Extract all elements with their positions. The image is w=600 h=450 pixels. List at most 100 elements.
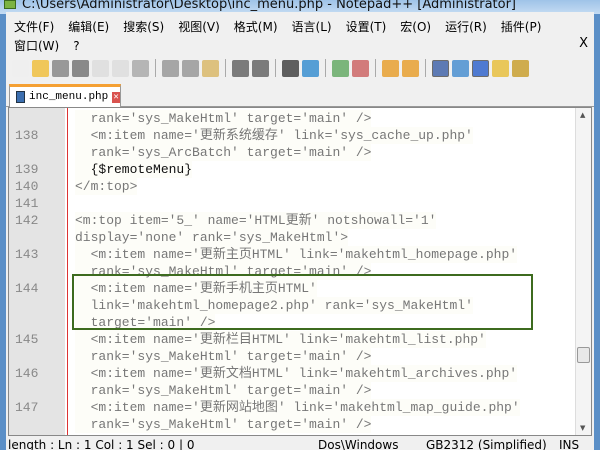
window-title: C:\Users\Administrator\Desktop\inc_menu.… [22, 0, 517, 12]
save-status-icon [16, 91, 26, 103]
line-number: 146 [15, 366, 39, 381]
code-line: 145 <m:item name='更新栏目HTML' link='makeht… [9, 331, 574, 348]
code-text: rank='sys_ArcBatch' target='main' /> [75, 144, 372, 161]
toolbar-separator [225, 59, 226, 77]
scroll-up-icon[interactable]: ▲ [580, 111, 585, 119]
tab-inc-menu[interactable]: inc_menu.php ✕ [9, 84, 121, 107]
code-text: rank='sys_MakeHtml' target='main' /> [75, 382, 372, 399]
menu-item[interactable]: 格式(M) [234, 18, 278, 35]
menu-item[interactable]: 编辑(E) [68, 18, 109, 35]
line-number: 141 [15, 196, 39, 211]
code-line: 138 <m:item name='更新系统缓存' link='sys_cach… [9, 127, 574, 144]
menu-item[interactable]: 设置(T) [346, 18, 387, 35]
menu-item[interactable]: 宏(O) [400, 18, 431, 35]
toolbar-separator [155, 59, 156, 77]
code-text: {$remoteMenu} [75, 161, 193, 178]
close-icon[interactable] [92, 59, 109, 77]
code-text: <m:item name='更新主页HTML' link='makehtml_h… [75, 246, 518, 263]
code-text: display='none' rank='sys_MakeHtml'> [75, 229, 349, 246]
menu-bar: 文件(F) 编辑(E) 搜索(S) 视图(V) 格式(M) 语言(L) 设置(T) 宏(O) 运… [6, 17, 594, 36]
scrollbar-thumb[interactable] [577, 347, 590, 363]
line-number: 147 [15, 400, 39, 415]
udl-icon[interactable] [492, 59, 509, 77]
code-line: 146 <m:item name='更新文档HTML' link='makeht… [9, 365, 574, 382]
code-text: <m:item name='更新栏目HTML' link='makehtml_l… [75, 331, 486, 348]
sync-h-icon[interactable] [402, 59, 419, 77]
replace-icon[interactable] [302, 59, 319, 77]
code-line: rank='sys_MakeHtml' target='main' /> [9, 348, 574, 365]
menu-item[interactable]: 运行(R) [445, 18, 487, 35]
close-document-button[interactable]: X [579, 36, 588, 51]
toolbar-separator [425, 59, 426, 77]
save-icon[interactable] [52, 59, 69, 77]
redo-icon[interactable] [252, 59, 269, 77]
save-all-icon[interactable] [72, 59, 89, 77]
menu-item[interactable]: 窗口(W) [14, 37, 59, 54]
code-text: <m:item name='更新网站地图' link='makehtml_map… [75, 399, 520, 416]
menu-item[interactable]: ? [73, 39, 79, 53]
tab-label: inc_menu.php [29, 91, 109, 103]
sync-v-icon[interactable] [382, 59, 399, 77]
code-line: 147 <m:item name='更新网站地图' link='makehtml… [9, 399, 574, 416]
toolbar-separator [325, 59, 326, 77]
scroll-down-icon[interactable]: ▼ [580, 424, 585, 432]
doc-map-icon[interactable] [512, 59, 529, 77]
status-eol: Dos\Windows [318, 438, 399, 450]
line-number: 138 [15, 128, 39, 143]
code-text: <m:item name='更新系统缓存' link='sys_cache_up… [75, 127, 473, 144]
open-file-icon[interactable] [32, 59, 49, 77]
status-position: length : Ln : 1 Col : 1 Sel : 0 | 0 [8, 438, 195, 450]
find-icon[interactable] [282, 59, 299, 77]
menu-item[interactable]: 搜索(S) [123, 18, 164, 35]
paste-icon[interactable] [202, 59, 219, 77]
highlight-box [72, 274, 533, 330]
menu-bar-row2: 窗口(W)? [6, 36, 594, 55]
print-icon[interactable] [132, 59, 149, 77]
menu-item[interactable]: 语言(L) [292, 18, 332, 35]
code-text: </m:top> [75, 178, 138, 195]
code-editor[interactable]: rank='sys_MakeHtml' target='main' /> 138 … [8, 107, 592, 436]
word-wrap-icon[interactable] [432, 59, 449, 77]
copy-icon[interactable] [182, 59, 199, 77]
code-line: 143 <m:item name='更新主页HTML' link='makeht… [9, 246, 574, 263]
line-number: 140 [15, 179, 39, 194]
code-line: rank='sys_MakeHtml' target='main' /> [9, 110, 574, 127]
cut-icon[interactable] [162, 59, 179, 77]
code-line: rank='sys_ArcBatch' target='main' /> [9, 144, 574, 161]
zoom-out-icon[interactable] [352, 59, 369, 77]
code-text: rank='sys_MakeHtml' target='main' /> [75, 110, 372, 127]
code-line: rank='sys_MakeHtml' target='main' /> [9, 416, 574, 433]
status-encoding: GB2312 (Simplified) [426, 438, 547, 450]
show-all-chars-icon[interactable] [452, 59, 469, 77]
tab-bar: inc_menu.php ✕ [6, 84, 594, 107]
code-line: 140 </m:top> [9, 178, 574, 195]
zoom-in-icon[interactable] [332, 59, 349, 77]
notepad-window: 文件(F) 编辑(E) 搜索(S) 视图(V) 格式(M) 语言(L) 设置(T) 宏(O) 运… [6, 12, 594, 450]
menu-item[interactable]: 文件(F) [14, 18, 54, 35]
code-text: rank='sys_MakeHtml' target='main' /> [75, 416, 372, 433]
code-line: 142 <m:top item='5_' name='HTML更新' notsho… [9, 212, 574, 229]
status-bar: length : Ln : 1 Col : 1 Sel : 0 | 0 Dos\… [6, 438, 594, 450]
toolbar-separator [275, 59, 276, 77]
status-mode: INS [559, 438, 580, 450]
new-file-icon[interactable] [12, 59, 29, 77]
code-line: 139 {$remoteMenu} [9, 161, 574, 178]
app-icon [4, 0, 16, 9]
code-line: display='none' rank='sys_MakeHtml'> [9, 229, 574, 246]
menu-item[interactable]: 视图(V) [178, 18, 220, 35]
code-text: <m:top item='5_' name='HTML更新' notshowal… [75, 212, 437, 229]
menu-item[interactable]: 插件(P) [501, 18, 542, 35]
close-all-icon[interactable] [112, 59, 129, 77]
code-line: 141 [9, 195, 574, 212]
line-number: 139 [15, 162, 39, 177]
code-text: rank='sys_MakeHtml' target='main' /> [75, 348, 372, 365]
line-number: 143 [15, 247, 39, 262]
undo-icon[interactable] [232, 59, 249, 77]
toolbar [6, 56, 594, 80]
vertical-scrollbar[interactable]: ▲ ▼ [575, 108, 591, 435]
line-number: 144 [15, 281, 39, 296]
code-line: rank='sys_MakeHtml' target='main' /> [9, 382, 574, 399]
close-tab-icon[interactable]: ✕ [112, 91, 120, 103]
indent-guide-icon[interactable] [472, 59, 489, 77]
toolbar-separator [375, 59, 376, 77]
